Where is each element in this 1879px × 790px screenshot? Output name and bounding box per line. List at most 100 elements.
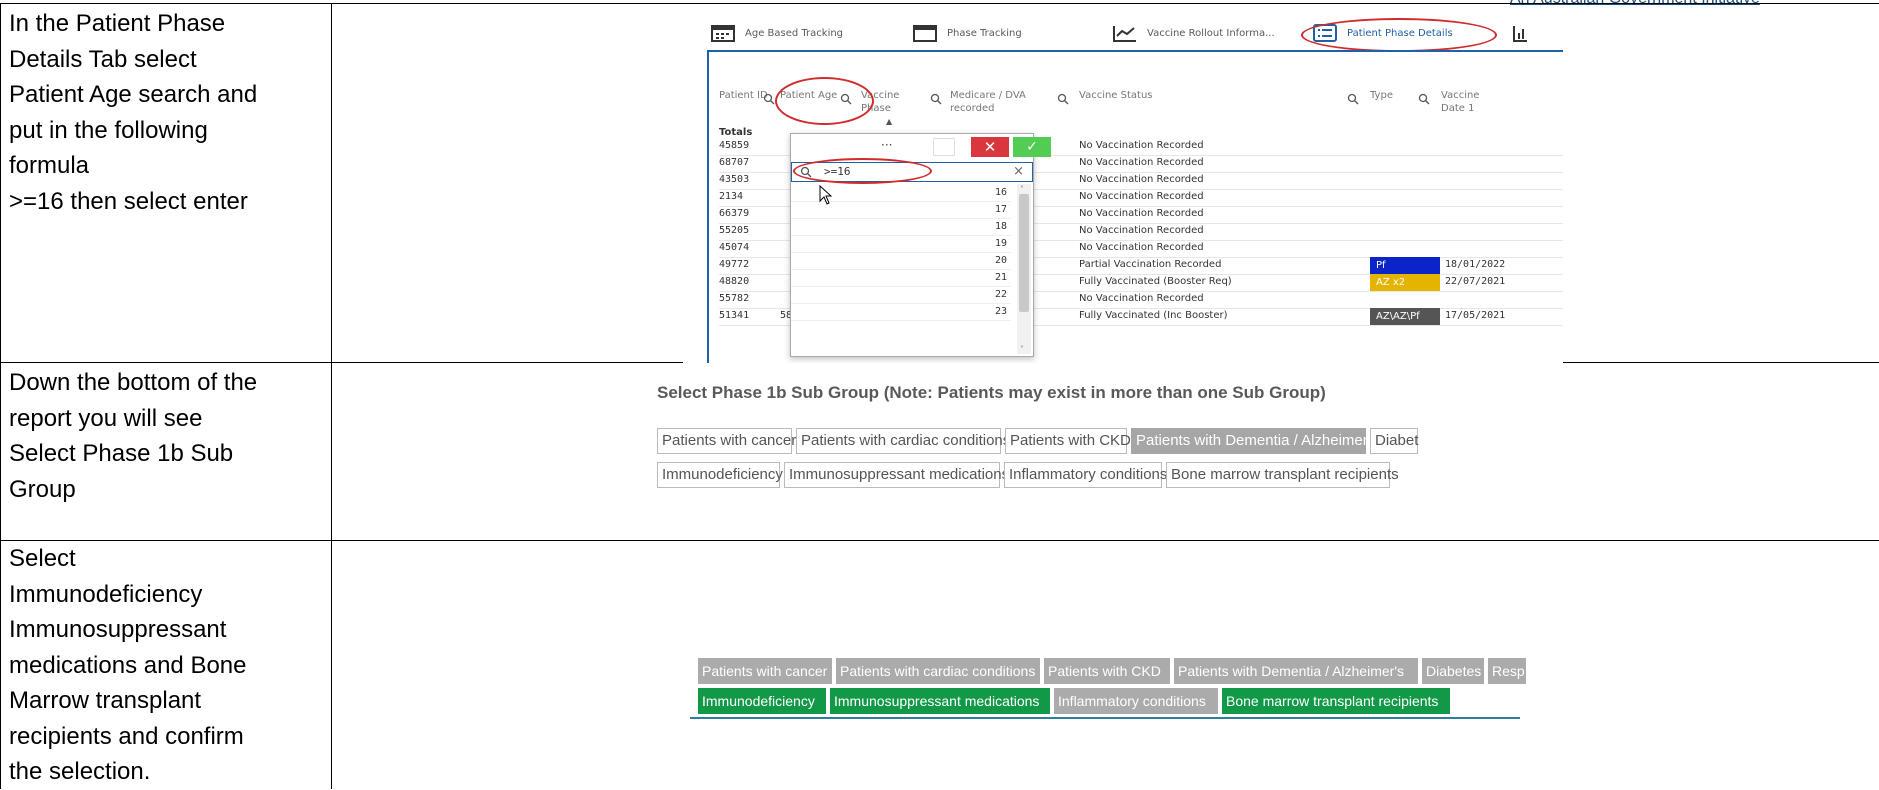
cell-vaccine-status: No Vaccination Recorded <box>1079 191 1204 202</box>
cell-vaccine-date-1: 17/05/2021 <box>1445 310 1506 321</box>
step-line: report you will see <box>9 404 203 432</box>
cell-type-badge: AZ\AZ\Pf <box>1370 308 1440 325</box>
age-list-item[interactable]: 21 <box>791 269 1011 287</box>
subgroup-chip[interactable]: Bone marrow transplant recipients <box>1166 462 1399 488</box>
age-list-item[interactable]: 23 <box>791 303 1011 321</box>
cell-vaccine-date-1: 22/07/2021 <box>1445 276 1506 287</box>
cell-patient-id: 49772 <box>719 259 750 270</box>
bar-chart-icon <box>1513 26 1527 42</box>
step-line: put in the following <box>9 116 208 144</box>
cell-vaccine-status: No Vaccination Recorded <box>1079 174 1204 185</box>
step-line: Group <box>9 475 76 503</box>
subgroup-chip-selected[interactable]: Bone marrow transplant recipients <box>1222 688 1450 714</box>
subgroup-chip[interactable]: Patients with cancer <box>657 428 796 454</box>
cell-vaccine-status: No Vaccination Recorded <box>1079 140 1204 151</box>
cell-vaccine-status: No Vaccination Recorded <box>1079 293 1204 304</box>
subgroup-chip[interactable]: Immunodeficiency <box>657 462 783 488</box>
cell-patient-id: 51341 <box>719 310 750 321</box>
col-header-type[interactable]: Type <box>1370 89 1393 102</box>
subgroup-chip[interactable]: Patients with cardiac conditions <box>836 658 1040 684</box>
cell-patient-id: 45859 <box>719 140 750 151</box>
subgroup-chip[interactable]: Patients with CKD <box>1044 658 1170 684</box>
calendar-grid-icon <box>711 25 735 42</box>
step-line: Details Tab select <box>9 45 197 73</box>
step-line: Immunosuppressant <box>9 616 227 643</box>
totals-label: Totals <box>719 127 753 138</box>
column-divider <box>331 3 332 789</box>
search-icon[interactable] <box>1418 93 1430 105</box>
subgroup-chip[interactable]: Diabet <box>1370 428 1418 454</box>
search-icon[interactable] <box>763 93 775 105</box>
subgroup-chip[interactable]: Diabetes <box>1422 658 1484 684</box>
clear-search-icon[interactable]: × <box>1013 164 1024 179</box>
cell-patient-id: 45074 <box>719 242 750 253</box>
tab-label: Vaccine Rollout Informa... <box>1147 27 1275 39</box>
subgroup-chip[interactable]: Patients with CKD <box>1005 428 1131 454</box>
col-header-vaccine-date-1[interactable]: Vaccine Date 1 <box>1441 89 1501 115</box>
subgroup-chip[interactable]: Patients with cardiac conditions <box>796 428 1010 454</box>
search-icon[interactable] <box>930 93 942 105</box>
col-header-vaccine-status[interactable]: Vaccine Status <box>1079 89 1153 102</box>
step-line: Select Phase 1b Sub <box>9 440 234 467</box>
step-line: recipients and confirm <box>9 722 244 750</box>
cell-type-badge: AZ x2 <box>1370 274 1440 291</box>
popup-toolbar: ··· ✕ ✓ <box>791 134 1051 160</box>
age-list-item[interactable]: 19 <box>791 235 1011 253</box>
step-line: the selection. <box>9 758 151 785</box>
subgroup-chip-selected[interactable]: Immunosuppressant medications <box>830 688 1050 714</box>
tab-vaccine-rollout-information[interactable]: Vaccine Rollout Informa... <box>1113 21 1275 45</box>
subgroup-chip-selected[interactable]: Immunodeficiency <box>698 688 826 714</box>
step-line: Immunodeficiency <box>9 580 203 608</box>
age-value: 20 <box>994 255 1007 266</box>
step-3-text: Select Immunodeficiency Immunosuppressan… <box>9 541 329 790</box>
phase-1b-subgroup-screenshot: Select Phase 1b Sub Group (Note: Patient… <box>655 368 1555 498</box>
tab-phase-tracking[interactable]: Phase Tracking <box>913 21 1022 45</box>
subgroup-chip[interactable]: Resp <box>1488 658 1526 684</box>
cell-patient-id: 55782 <box>719 293 750 304</box>
step-line: In the Patient Phase <box>9 10 226 37</box>
sort-caret-icon: ▲ <box>886 117 893 126</box>
age-value: 19 <box>994 238 1007 249</box>
cell-vaccine-status: Partial Vaccination Recorded <box>1079 259 1222 270</box>
subgroup-chip[interactable]: Immunosuppressant medications <box>784 462 1009 488</box>
age-list-item[interactable]: 20 <box>791 252 1011 270</box>
clear-selection-button[interactable] <box>933 138 955 156</box>
annotation-oval-search <box>793 158 932 184</box>
cell-patient-id: 68707 <box>719 157 750 168</box>
scroll-thumb[interactable] <box>1019 194 1029 312</box>
popup-scrollbar[interactable]: ˄ ˅ <box>1017 184 1031 354</box>
scroll-up-icon[interactable]: ˄ <box>1020 185 1024 194</box>
cell-patient-id: 43503 <box>719 174 750 185</box>
subgroup-chip[interactable]: Patients with Dementia / Alzheimer's <box>1174 658 1418 684</box>
col-header-patient-id[interactable]: Patient ID <box>719 89 768 102</box>
tab-age-based-tracking[interactable]: Age Based Tracking <box>711 21 843 45</box>
col-header-medicare-dva[interactable]: Medicare / DVA recorded <box>950 89 1050 115</box>
cell-vaccine-status: No Vaccination Recorded <box>1079 157 1204 168</box>
subgroup-chip[interactable]: Inflammatory conditions <box>1004 462 1167 488</box>
age-value: 22 <box>994 289 1007 300</box>
subgroup-chip[interactable]: Patients with cancer <box>698 658 832 684</box>
cell-vaccine-status: Fully Vaccinated (Inc Booster) <box>1079 310 1228 321</box>
line-chart-icon <box>1113 26 1136 42</box>
cell-vaccine-status: Fully Vaccinated (Booster Req) <box>1079 276 1232 287</box>
subgroup-chip[interactable]: Patients with Dementia / Alzheimer's <box>1131 428 1378 454</box>
cancel-selection-button[interactable]: ✕ <box>971 137 1009 157</box>
cell-vaccine-status: No Vaccination Recorded <box>1079 225 1204 236</box>
confirm-selection-button[interactable]: ✓ <box>1013 137 1051 157</box>
step-1-text: In the Patient Phase Details Tab select … <box>9 6 329 219</box>
more-options-button[interactable]: ··· <box>881 138 892 152</box>
step-line: Patient Age search and <box>9 81 258 108</box>
age-value: 17 <box>994 204 1007 215</box>
age-list-item[interactable]: 22 <box>791 286 1011 304</box>
cell-patient-id: 66379 <box>719 208 750 219</box>
tab-bar-chart[interactable] <box>1513 21 1537 45</box>
step-line: medications and Bone <box>9 651 247 679</box>
cell-patient-id: 2134 <box>719 191 744 202</box>
table-border-top <box>0 3 1879 4</box>
scroll-down-icon[interactable]: ˅ <box>1020 345 1024 354</box>
age-list-item[interactable]: 18 <box>791 218 1011 236</box>
age-value: 16 <box>994 187 1007 198</box>
subgroup-chip[interactable]: Inflammatory conditions <box>1054 688 1218 714</box>
search-icon[interactable] <box>1347 93 1359 105</box>
search-icon[interactable] <box>1057 93 1069 105</box>
